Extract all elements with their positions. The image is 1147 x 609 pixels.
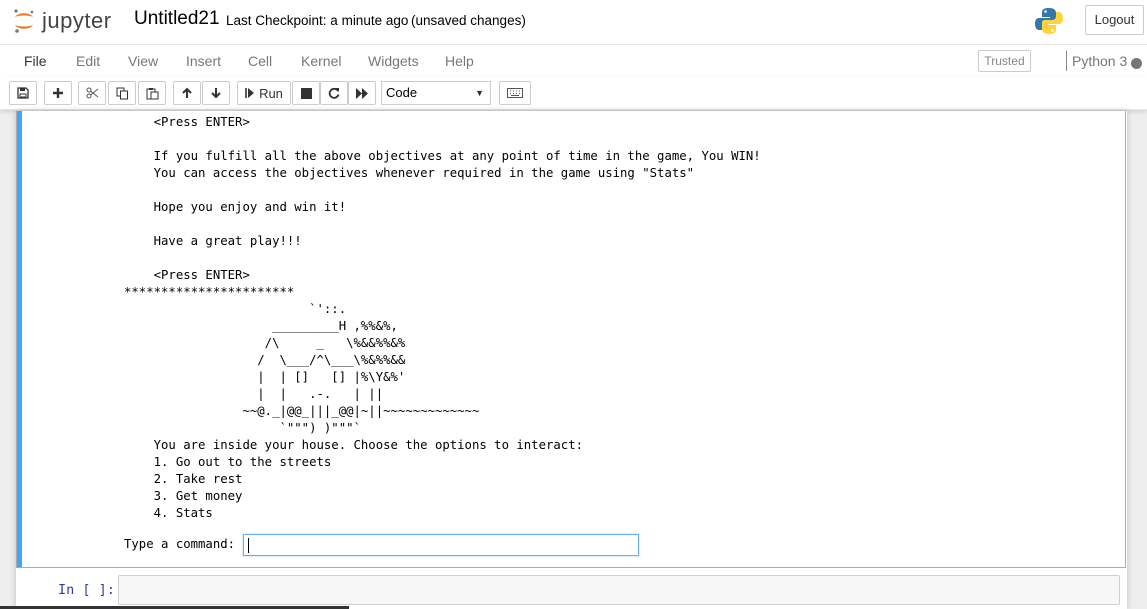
output-line: /\ _ \%&&%%&%: [124, 336, 406, 350]
checkpoint-status: Last Checkpoint: a minute ago: [226, 13, 409, 28]
move-up-icon: [182, 87, 192, 98]
toolbar: Run Code ▼: [0, 77, 1147, 110]
cell-selection-indicator: [17, 111, 22, 567]
add-cell-button[interactable]: [44, 81, 72, 105]
next-cell-input[interactable]: [118, 575, 1120, 605]
run-label: Run: [259, 85, 283, 101]
output-line: <Press ENTER>: [124, 115, 250, 129]
keyboard-icon: [507, 88, 523, 98]
output-line: _________H ,%%&%,: [124, 319, 398, 333]
restart-run-all-button[interactable]: [348, 81, 376, 105]
output-line: 4. Stats: [124, 506, 213, 520]
cell-type-select[interactable]: Code ▼: [381, 81, 491, 105]
selected-cell-output: <Press ENTER> If you fulfill all the abo…: [16, 111, 1126, 568]
menubar: File Edit View Insert Cell Kernel Widget…: [0, 44, 1147, 77]
kernel-name: Python 3: [1072, 53, 1128, 69]
stop-icon: [300, 87, 312, 99]
jupyter-logo-icon: [14, 9, 34, 33]
notebook-container: <Press ENTER> If you fulfill all the abo…: [16, 111, 1127, 609]
interrupt-button[interactable]: [292, 81, 320, 105]
output-line: 1. Go out to the streets: [124, 455, 332, 469]
save-icon: [17, 87, 29, 99]
menu-kernel[interactable]: Kernel: [301, 53, 341, 69]
output-line: <Press ENTER>: [124, 268, 250, 282]
menu-view[interactable]: View: [128, 53, 158, 69]
python-logo: [1035, 8, 1063, 34]
notebook-name[interactable]: Untitled21: [134, 8, 220, 30]
output-line: 3. Get money: [124, 489, 243, 503]
copy-icon: [116, 87, 128, 99]
output-line: If you fulfill all the above objectives …: [124, 149, 761, 163]
cell-output-text: <Press ENTER> If you fulfill all the abo…: [124, 114, 761, 522]
output-line: ~~@._|@@_|||_@@|~||~~~~~~~~~~~~~: [124, 404, 480, 418]
run-icon: [245, 88, 255, 98]
jupyter-logo-text: jupyter: [42, 8, 112, 33]
output-line: Have a great play!!!: [124, 234, 302, 248]
restart-button[interactable]: [320, 81, 348, 105]
move-up-button[interactable]: [173, 81, 201, 105]
menu-widgets[interactable]: Widgets: [368, 53, 419, 69]
paste-icon: [146, 87, 158, 99]
kernel-separator: [1066, 51, 1067, 71]
save-button[interactable]: [9, 81, 37, 105]
cell-type-value: Code: [386, 85, 418, 100]
output-line: 2. Take rest: [124, 472, 243, 486]
move-down-button[interactable]: [202, 81, 230, 105]
output-line: `'::.: [124, 302, 347, 316]
autosave-status: (unsaved changes): [411, 13, 526, 28]
output-line: `""") )"""`: [124, 421, 361, 435]
move-down-icon: [211, 88, 221, 99]
menu-edit[interactable]: Edit: [76, 53, 100, 69]
output-line: You can access the objectives whenever r…: [124, 166, 695, 180]
add-cell-icon: [53, 88, 63, 98]
kernel-idle-indicator: [1131, 58, 1142, 69]
output-line: | | [] [] |%\Y&%': [124, 370, 406, 384]
jupyter-logo[interactable]: jupyter: [12, 6, 112, 36]
cut-button[interactable]: [78, 81, 106, 105]
input-prompt-label: Type a command:: [124, 537, 236, 551]
copy-button[interactable]: [108, 81, 136, 105]
output-line: Hope you enjoy and win it!: [124, 200, 347, 214]
command-palette-button[interactable]: [499, 81, 531, 105]
output-line: | | .-. | ||: [124, 387, 384, 401]
command-input[interactable]: [243, 534, 639, 556]
next-cell-prompt: In [ ]:: [58, 582, 115, 598]
text-cursor: [248, 538, 249, 553]
chevron-down-icon: ▼: [475, 88, 484, 98]
trusted-indicator[interactable]: Trusted: [978, 50, 1031, 72]
run-button[interactable]: Run: [237, 81, 291, 105]
output-line: You are inside your house. Choose the op…: [124, 438, 584, 452]
header: jupyter Untitled21 Last Checkpoint: a mi…: [0, 0, 1147, 44]
output-line: ***********************: [124, 285, 295, 299]
menu-cell[interactable]: Cell: [248, 53, 272, 69]
output-line: / \___/^\___\%&%%&&: [124, 353, 406, 367]
logout-button[interactable]: Logout: [1085, 5, 1144, 35]
cut-icon: [86, 87, 98, 99]
restart-icon: [328, 87, 340, 99]
menu-help[interactable]: Help: [445, 53, 474, 69]
paste-button[interactable]: [138, 81, 166, 105]
menu-insert[interactable]: Insert: [186, 53, 221, 69]
menu-file[interactable]: File: [24, 53, 47, 69]
fast-forward-icon: [355, 87, 368, 99]
